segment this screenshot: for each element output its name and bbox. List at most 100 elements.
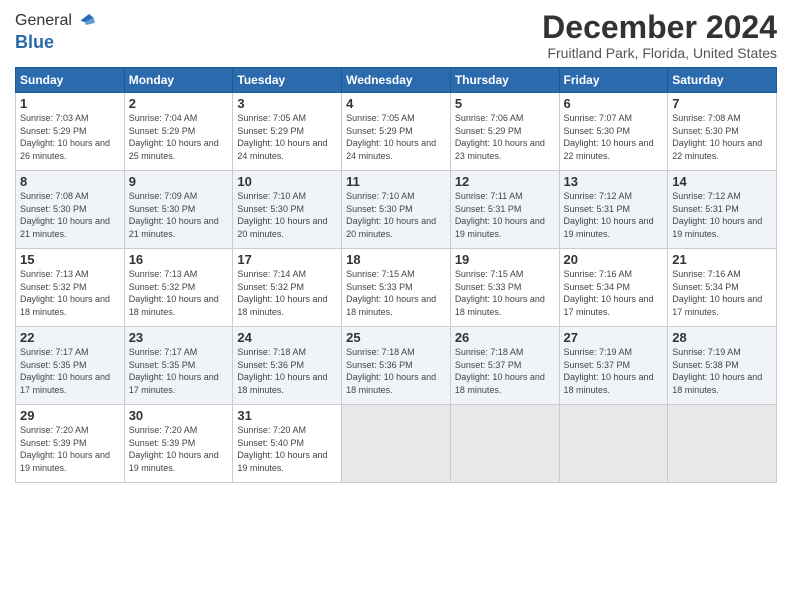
table-row: 30Sunrise: 7:20 AMSunset: 5:39 PMDayligh… — [124, 405, 233, 483]
day-info: Sunrise: 7:16 AMSunset: 5:34 PMDaylight:… — [672, 269, 762, 317]
day-info: Sunrise: 7:17 AMSunset: 5:35 PMDaylight:… — [129, 347, 219, 395]
table-row: 31Sunrise: 7:20 AMSunset: 5:40 PMDayligh… — [233, 405, 342, 483]
calendar-week-row: 1 Sunrise: 7:03 AMSunset: 5:29 PMDaylight… — [16, 93, 777, 171]
table-row: 25Sunrise: 7:18 AMSunset: 5:36 PMDayligh… — [342, 327, 451, 405]
calendar-table: Sunday Monday Tuesday Wednesday Thursday… — [15, 67, 777, 483]
day-number: 14 — [672, 174, 772, 189]
day-number: 18 — [346, 252, 446, 267]
col-monday: Monday — [124, 68, 233, 93]
table-row: 21 Sunrise: 7:16 AMSunset: 5:34 PMDayligh… — [668, 249, 777, 327]
table-row: 24Sunrise: 7:18 AMSunset: 5:36 PMDayligh… — [233, 327, 342, 405]
table-row — [450, 405, 559, 483]
day-info: Sunrise: 7:15 AMSunset: 5:33 PMDaylight:… — [455, 269, 545, 317]
logo-blue-text: Blue — [15, 32, 95, 53]
calendar-header-row: Sunday Monday Tuesday Wednesday Thursday… — [16, 68, 777, 93]
col-wednesday: Wednesday — [342, 68, 451, 93]
day-info: Sunrise: 7:19 AMSunset: 5:38 PMDaylight:… — [672, 347, 762, 395]
table-row: 14Sunrise: 7:12 AMSunset: 5:31 PMDayligh… — [668, 171, 777, 249]
col-tuesday: Tuesday — [233, 68, 342, 93]
day-info: Sunrise: 7:10 AMSunset: 5:30 PMDaylight:… — [237, 191, 327, 239]
col-sunday: Sunday — [16, 68, 125, 93]
day-info: Sunrise: 7:03 AMSunset: 5:29 PMDaylight:… — [20, 113, 110, 161]
day-number: 29 — [20, 408, 120, 423]
day-number: 3 — [237, 96, 337, 111]
day-info: Sunrise: 7:18 AMSunset: 5:37 PMDaylight:… — [455, 347, 545, 395]
day-number: 16 — [129, 252, 229, 267]
location-text: Fruitland Park, Florida, United States — [542, 45, 777, 61]
day-info: Sunrise: 7:13 AMSunset: 5:32 PMDaylight:… — [20, 269, 110, 317]
day-info: Sunrise: 7:11 AMSunset: 5:31 PMDaylight:… — [455, 191, 545, 239]
logo-general-text: General — [15, 12, 72, 30]
day-number: 17 — [237, 252, 337, 267]
table-row: 17Sunrise: 7:14 AMSunset: 5:32 PMDayligh… — [233, 249, 342, 327]
col-saturday: Saturday — [668, 68, 777, 93]
day-info: Sunrise: 7:20 AMSunset: 5:39 PMDaylight:… — [20, 425, 110, 473]
day-number: 11 — [346, 174, 446, 189]
calendar-week-row: 8 Sunrise: 7:08 AMSunset: 5:30 PMDaylight… — [16, 171, 777, 249]
day-number: 22 — [20, 330, 120, 345]
logo-bird-icon — [73, 10, 95, 32]
day-info: Sunrise: 7:08 AMSunset: 5:30 PMDaylight:… — [672, 113, 762, 161]
day-info: Sunrise: 7:10 AMSunset: 5:30 PMDaylight:… — [346, 191, 436, 239]
calendar-week-row: 29 Sunrise: 7:20 AMSunset: 5:39 PMDayligh… — [16, 405, 777, 483]
table-row: 20Sunrise: 7:16 AMSunset: 5:34 PMDayligh… — [559, 249, 668, 327]
table-row — [668, 405, 777, 483]
day-info: Sunrise: 7:07 AMSunset: 5:30 PMDaylight:… — [564, 113, 654, 161]
day-number: 19 — [455, 252, 555, 267]
day-info: Sunrise: 7:05 AMSunset: 5:29 PMDaylight:… — [237, 113, 327, 161]
day-number: 25 — [346, 330, 446, 345]
day-number: 9 — [129, 174, 229, 189]
table-row — [559, 405, 668, 483]
day-info: Sunrise: 7:17 AMSunset: 5:35 PMDaylight:… — [20, 347, 110, 395]
col-thursday: Thursday — [450, 68, 559, 93]
day-info: Sunrise: 7:12 AMSunset: 5:31 PMDaylight:… — [564, 191, 654, 239]
table-row: 28 Sunrise: 7:19 AMSunset: 5:38 PMDayligh… — [668, 327, 777, 405]
table-row — [342, 405, 451, 483]
day-number: 1 — [20, 96, 120, 111]
day-number: 13 — [564, 174, 664, 189]
table-row: 12 Sunrise: 7:11 AMSunset: 5:31 PMDayligh… — [450, 171, 559, 249]
day-info: Sunrise: 7:15 AMSunset: 5:33 PMDaylight:… — [346, 269, 436, 317]
day-number: 28 — [672, 330, 772, 345]
calendar-week-row: 15 Sunrise: 7:13 AMSunset: 5:32 PMDayligh… — [16, 249, 777, 327]
day-info: Sunrise: 7:09 AMSunset: 5:30 PMDaylight:… — [129, 191, 219, 239]
day-number: 8 — [20, 174, 120, 189]
page-container: General Blue December 2024 Fruitland Par… — [0, 0, 792, 612]
day-number: 27 — [564, 330, 664, 345]
day-number: 30 — [129, 408, 229, 423]
day-number: 15 — [20, 252, 120, 267]
day-number: 2 — [129, 96, 229, 111]
table-row: 2 Sunrise: 7:04 AMSunset: 5:29 PMDaylight… — [124, 93, 233, 171]
day-info: Sunrise: 7:05 AMSunset: 5:29 PMDaylight:… — [346, 113, 436, 161]
table-row: 1 Sunrise: 7:03 AMSunset: 5:29 PMDaylight… — [16, 93, 125, 171]
table-row: 22 Sunrise: 7:17 AMSunset: 5:35 PMDayligh… — [16, 327, 125, 405]
logo: General Blue — [15, 10, 95, 53]
day-info: Sunrise: 7:06 AMSunset: 5:29 PMDaylight:… — [455, 113, 545, 161]
day-number: 7 — [672, 96, 772, 111]
table-row: 6Sunrise: 7:07 AMSunset: 5:30 PMDaylight… — [559, 93, 668, 171]
table-row: 11 Sunrise: 7:10 AMSunset: 5:30 PMDayligh… — [342, 171, 451, 249]
table-row: 16 Sunrise: 7:13 AMSunset: 5:32 PMDayligh… — [124, 249, 233, 327]
table-row: 9 Sunrise: 7:09 AMSunset: 5:30 PMDaylight… — [124, 171, 233, 249]
table-row: 13 Sunrise: 7:12 AMSunset: 5:31 PMDayligh… — [559, 171, 668, 249]
table-row: 23 Sunrise: 7:17 AMSunset: 5:35 PMDayligh… — [124, 327, 233, 405]
table-row: 15 Sunrise: 7:13 AMSunset: 5:32 PMDayligh… — [16, 249, 125, 327]
day-info: Sunrise: 7:13 AMSunset: 5:32 PMDaylight:… — [129, 269, 219, 317]
table-row: 18 Sunrise: 7:15 AMSunset: 5:33 PMDayligh… — [342, 249, 451, 327]
table-row: 27 Sunrise: 7:19 AMSunset: 5:37 PMDayligh… — [559, 327, 668, 405]
table-row: 3 Sunrise: 7:05 AMSunset: 5:29 PMDaylight… — [233, 93, 342, 171]
day-number: 31 — [237, 408, 337, 423]
table-row: 8 Sunrise: 7:08 AMSunset: 5:30 PMDaylight… — [16, 171, 125, 249]
day-number: 23 — [129, 330, 229, 345]
day-number: 21 — [672, 252, 772, 267]
day-info: Sunrise: 7:16 AMSunset: 5:34 PMDaylight:… — [564, 269, 654, 317]
table-row: 4Sunrise: 7:05 AMSunset: 5:29 PMDaylight… — [342, 93, 451, 171]
table-row: 5Sunrise: 7:06 AMSunset: 5:29 PMDaylight… — [450, 93, 559, 171]
month-title: December 2024 — [542, 10, 777, 45]
day-number: 12 — [455, 174, 555, 189]
day-info: Sunrise: 7:19 AMSunset: 5:37 PMDaylight:… — [564, 347, 654, 395]
day-info: Sunrise: 7:04 AMSunset: 5:29 PMDaylight:… — [129, 113, 219, 161]
day-info: Sunrise: 7:08 AMSunset: 5:30 PMDaylight:… — [20, 191, 110, 239]
table-row: 26Sunrise: 7:18 AMSunset: 5:37 PMDayligh… — [450, 327, 559, 405]
table-row: 10Sunrise: 7:10 AMSunset: 5:30 PMDayligh… — [233, 171, 342, 249]
